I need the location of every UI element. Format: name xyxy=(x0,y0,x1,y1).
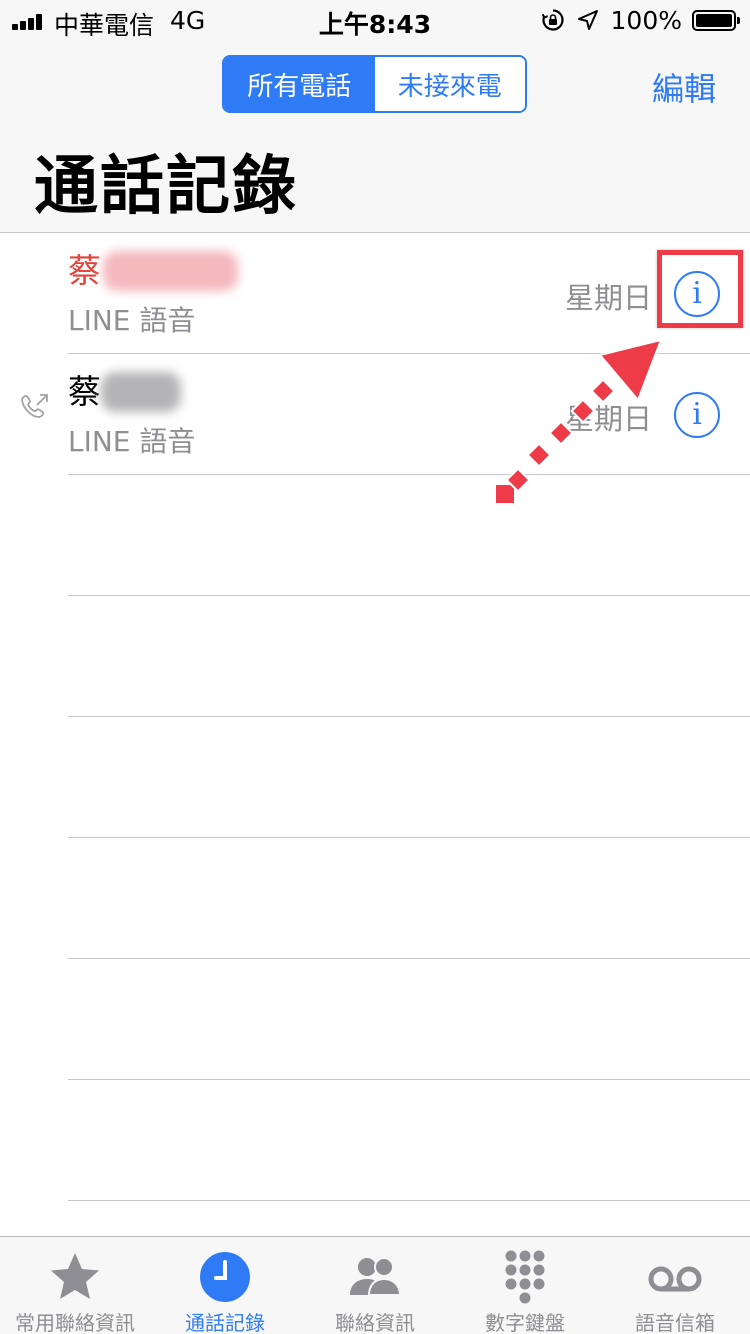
call-date: 星期日 xyxy=(564,281,652,315)
contacts-icon xyxy=(350,1257,402,1296)
call-type-label: LINE 語音 xyxy=(68,425,196,458)
redacted-name-blur xyxy=(103,251,238,291)
voicemail-icon xyxy=(648,1266,702,1292)
empty-row xyxy=(0,717,750,838)
empty-row xyxy=(0,1080,750,1201)
call-row[interactable]: 蔡 LINE 語音 星期日 i xyxy=(0,354,750,475)
info-icon[interactable]: i xyxy=(674,392,720,438)
tab-favorites[interactable]: 常用聯絡資訊 xyxy=(0,1237,150,1334)
annotation-highlight-box xyxy=(657,250,743,328)
tab-label: 通話記錄 xyxy=(185,1311,265,1334)
edit-button[interactable]: 編輯 xyxy=(652,64,716,110)
call-date: 星期日 xyxy=(564,402,652,436)
tab-label: 語音信箱 xyxy=(635,1311,715,1334)
call-row[interactable]: 蔡 LINE 語音 星期日 i xyxy=(0,233,750,354)
contact-name: 蔡 xyxy=(68,372,101,411)
star-icon xyxy=(51,1253,99,1299)
navigation-header: 所有電話 未接來電 編輯 通話記錄 xyxy=(0,40,750,233)
phone-recents-screen: 中華電信 4G 上午8:43 100% 所有電話 未接來電 編輯 通話記錄 蔡 … xyxy=(0,0,750,1334)
empty-row xyxy=(0,959,750,1080)
empty-row xyxy=(0,838,750,959)
battery-icon xyxy=(692,9,740,31)
empty-row xyxy=(0,475,750,596)
battery-percentage: 100% xyxy=(610,5,682,35)
call-filter-segmented-control: 所有電話 未接來電 xyxy=(222,55,527,113)
call-type-label: LINE 語音 xyxy=(68,304,196,337)
tab-recents[interactable]: 通話記錄 xyxy=(150,1237,300,1334)
rotation-lock-icon xyxy=(541,9,564,31)
outgoing-call-icon xyxy=(21,394,48,418)
keypad-icon xyxy=(505,1250,545,1304)
contact-name: 蔡 xyxy=(68,251,101,290)
segment-missed-calls[interactable]: 未接來電 xyxy=(374,57,525,111)
tab-voicemail[interactable]: 語音信箱 xyxy=(600,1237,750,1334)
tab-label: 數字鍵盤 xyxy=(485,1311,565,1334)
tab-contacts[interactable]: 聯絡資訊 xyxy=(300,1237,450,1334)
page-title: 通話記錄 xyxy=(34,150,298,224)
status-bar: 中華電信 4G 上午8:43 100% xyxy=(0,0,750,40)
location-icon xyxy=(577,10,598,30)
segment-all-calls[interactable]: 所有電話 xyxy=(224,57,375,111)
clock-icon xyxy=(200,1252,250,1302)
recent-calls-list: 蔡 LINE 語音 星期日 i 蔡 LINE 語音 星期日 i xyxy=(0,233,750,1201)
tab-keypad[interactable]: 數字鍵盤 xyxy=(450,1237,600,1334)
tab-bar: 常用聯絡資訊 通話記錄 聯絡資訊 數字鍵盤 語音信箱 xyxy=(0,1236,750,1334)
tab-label: 常用聯絡資訊 xyxy=(15,1311,135,1334)
empty-row xyxy=(0,596,750,717)
redacted-name-blur xyxy=(101,372,181,412)
tab-label: 聯絡資訊 xyxy=(335,1311,415,1334)
